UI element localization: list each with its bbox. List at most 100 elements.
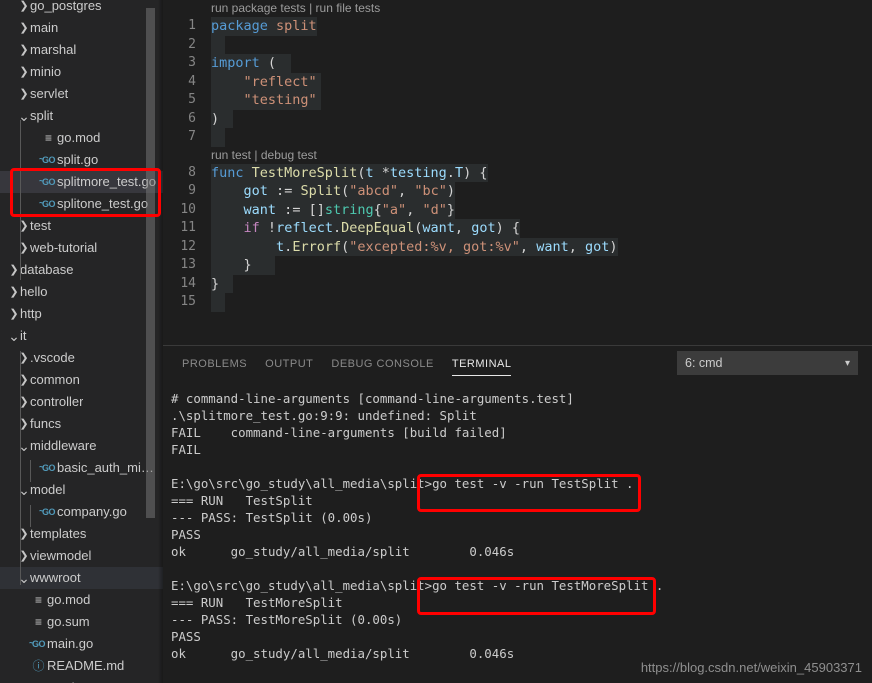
code-line-text[interactable]: "reflect" xyxy=(211,72,321,91)
code-line-text[interactable]: want := []string{"a", "d"} xyxy=(211,200,455,219)
codelens-test[interactable]: run test | debug test xyxy=(163,147,872,164)
tree-item-label: model xyxy=(30,482,66,497)
code-line[interactable]: 10 want := []string{"a", "d"} xyxy=(163,200,872,219)
code-line[interactable]: 6) xyxy=(163,109,872,128)
code-line[interactable]: 2 xyxy=(163,35,872,54)
code-editor[interactable]: run package tests | run file tests 1 pack… xyxy=(163,0,872,345)
code-line-text[interactable]: if !reflect.DeepEqual(want, got) { xyxy=(211,219,521,238)
code-line-text[interactable]: } xyxy=(211,274,233,293)
tree-item-model[interactable]: ⌄ model xyxy=(0,479,163,501)
tree-item-common[interactable]: ❯ common xyxy=(0,369,163,391)
tree-item--vscode[interactable]: ❯ .vscode xyxy=(0,347,163,369)
terminal-selector-dropdown[interactable]: 6: cmd ▾ xyxy=(677,351,858,375)
tree-item-label: split xyxy=(30,108,54,123)
code-line-text[interactable]: func TestMoreSplit(t *testing.T) { xyxy=(211,163,488,182)
tree-item-label: main.go xyxy=(47,636,94,651)
tree-item-marshal[interactable]: ❯ marshal xyxy=(0,39,163,61)
code-line[interactable]: 5 "testing" xyxy=(163,91,872,110)
chevron-right-icon[interactable]: ❯ xyxy=(18,17,30,39)
code-line[interactable]: 4 "reflect" xyxy=(163,72,872,91)
chevron-right-icon[interactable]: ❯ xyxy=(18,61,30,83)
sidebar-scrollbar[interactable] xyxy=(146,8,155,518)
codelens-separator-2: | xyxy=(254,147,258,162)
code-line[interactable]: 11 if !reflect.DeepEqual(want, got) { xyxy=(163,219,872,238)
tree-item-label: test.http xyxy=(47,677,93,683)
code-line[interactable]: 14} xyxy=(163,274,872,293)
code-line[interactable]: 12 t.Errorf("excepted:%v, got:%v", want,… xyxy=(163,237,872,256)
tree-item-main[interactable]: ❯ main xyxy=(0,17,163,39)
code-line[interactable]: 7 xyxy=(163,128,872,147)
chevron-right-icon[interactable]: ❯ xyxy=(18,0,30,17)
codelens-run-package-tests[interactable]: run package tests xyxy=(211,1,306,15)
chevron-down-icon[interactable]: ⌄ xyxy=(8,325,20,347)
tree-item-label: servlet xyxy=(30,86,69,101)
tree-item-go-mod[interactable]: ≡ go.mod xyxy=(0,589,163,611)
code-line-text[interactable]: import ( xyxy=(211,54,291,73)
panel-tabs[interactable]: PROBLEMS OUTPUT DEBUG CONSOLE TERMINAL xyxy=(173,347,520,382)
tree-item-middleware[interactable]: ⌄ middleware xyxy=(0,435,163,457)
tree-item-servlet[interactable]: ❯ servlet xyxy=(0,83,163,105)
code-line[interactable]: 9 got := Split("abcd", "bc") xyxy=(163,182,872,201)
code-block-bottom[interactable]: 8 func TestMoreSplit(t *testing.T) {9 got… xyxy=(163,163,872,312)
chevron-right-icon[interactable]: ❯ xyxy=(8,303,20,325)
chevron-right-icon[interactable]: ❯ xyxy=(8,259,20,281)
tree-item-hello[interactable]: ❯ hello xyxy=(0,281,163,303)
tree-item-wwwroot[interactable]: ⌄ wwwroot xyxy=(0,567,163,589)
explorer-sidebar[interactable]: ❯ go_postgres ❯ main ❯ marshal ❯ minio ❯ servlet ⌄… xyxy=(0,0,163,683)
file-tree[interactable]: ❯ go_postgres ❯ main ❯ marshal ❯ minio ❯ servlet ⌄… xyxy=(0,0,163,683)
tree-item-go-sum[interactable]: ≡ go.sum xyxy=(0,611,163,633)
tree-item-it[interactable]: ⌄ it xyxy=(0,325,163,347)
tree-item-database[interactable]: ❯ database xyxy=(0,259,163,281)
tree-item-splitmore-test-go[interactable]: GOsplitmore_test.go xyxy=(0,170,163,193)
tree-item-controller[interactable]: ❯ controller xyxy=(0,391,163,413)
codelens-package[interactable]: run package tests | run file tests xyxy=(163,0,872,17)
code-line[interactable]: 8 func TestMoreSplit(t *testing.T) { xyxy=(163,163,872,182)
panel-tab-terminal[interactable]: TERMINAL xyxy=(443,347,521,382)
tree-item-minio[interactable]: ❯ minio xyxy=(0,61,163,83)
tree-item-basic-auth-middle-[interactable]: GObasic_auth_middle... xyxy=(0,456,163,479)
tree-item-http[interactable]: ❯ http xyxy=(0,303,163,325)
tree-item-funcs[interactable]: ❯ funcs xyxy=(0,413,163,435)
codelens-debug-test[interactable]: debug test xyxy=(261,148,317,162)
panel-tab-problems[interactable]: PROBLEMS xyxy=(173,347,256,382)
code-line-text[interactable]: package split xyxy=(211,17,317,36)
tree-item-test[interactable]: ❯ test xyxy=(0,215,163,237)
tree-item-go-mod[interactable]: ≡ go.mod xyxy=(0,127,163,149)
tree-item-test-http[interactable]: ≡ test.http xyxy=(0,677,163,683)
tree-item-splitone-test-go[interactable]: GOsplitone_test.go xyxy=(0,192,163,215)
tree-item-company-go[interactable]: GOcompany.go xyxy=(0,500,163,523)
code-line[interactable]: 1 package split xyxy=(163,17,872,36)
code-line-text[interactable]: "testing" xyxy=(211,91,321,110)
code-line-text[interactable]: ) xyxy=(211,109,233,128)
code-line-text[interactable] xyxy=(211,35,225,54)
tree-item-web-tutorial[interactable]: ❯ web-tutorial xyxy=(0,237,163,259)
panel-tab-bar: PROBLEMS OUTPUT DEBUG CONSOLE TERMINAL 6: c… xyxy=(163,346,872,382)
tree-item-split-go[interactable]: GOsplit.go xyxy=(0,148,163,171)
tree-item-viewmodel[interactable]: ❯ viewmodel xyxy=(0,545,163,567)
code-line[interactable]: 15 xyxy=(163,293,872,312)
panel-tab-debug-console[interactable]: DEBUG CONSOLE xyxy=(322,347,442,382)
code-line-text[interactable]: } xyxy=(211,256,275,275)
tree-item-main-go[interactable]: GOmain.go xyxy=(0,632,163,655)
tree-item-readme-md[interactable]: ⓘ README.md xyxy=(0,655,163,677)
code-line[interactable]: 3 import ( xyxy=(163,54,872,73)
chevron-right-icon[interactable]: ❯ xyxy=(8,281,20,303)
tree-item-go-postgres[interactable]: ❯ go_postgres xyxy=(0,0,163,17)
code-line-text[interactable] xyxy=(211,128,225,147)
code-line-text[interactable]: got := Split("abcd", "bc") xyxy=(211,182,455,201)
tree-item-templates[interactable]: ❯ templates xyxy=(0,523,163,545)
codelens-run-test[interactable]: run test xyxy=(211,148,251,162)
panel-tab-output[interactable]: OUTPUT xyxy=(256,347,322,382)
code-block-top[interactable]: 1 package split 2 3 import (4 "reflect" 5 "te… xyxy=(163,17,872,147)
code-line-text[interactable]: t.Errorf("excepted:%v, got:%v", want, go… xyxy=(211,237,618,256)
chevron-right-icon[interactable]: ❯ xyxy=(18,39,30,61)
tree-item-label: viewmodel xyxy=(30,548,92,563)
code-line-text[interactable] xyxy=(211,293,225,312)
terminal-line: --- PASS: TestSplit (0.00s) xyxy=(171,510,373,525)
tree-item-split[interactable]: ⌄ split xyxy=(0,105,163,127)
code-line[interactable]: 13 } xyxy=(163,256,872,275)
chevron-right-icon[interactable]: ❯ xyxy=(18,83,30,105)
terminal-output[interactable]: # command-line-arguments [command-line-a… xyxy=(163,382,872,683)
codelens-run-file-tests[interactable]: run file tests xyxy=(316,1,381,15)
tree-item-label: splitmore_test.go xyxy=(57,174,156,189)
